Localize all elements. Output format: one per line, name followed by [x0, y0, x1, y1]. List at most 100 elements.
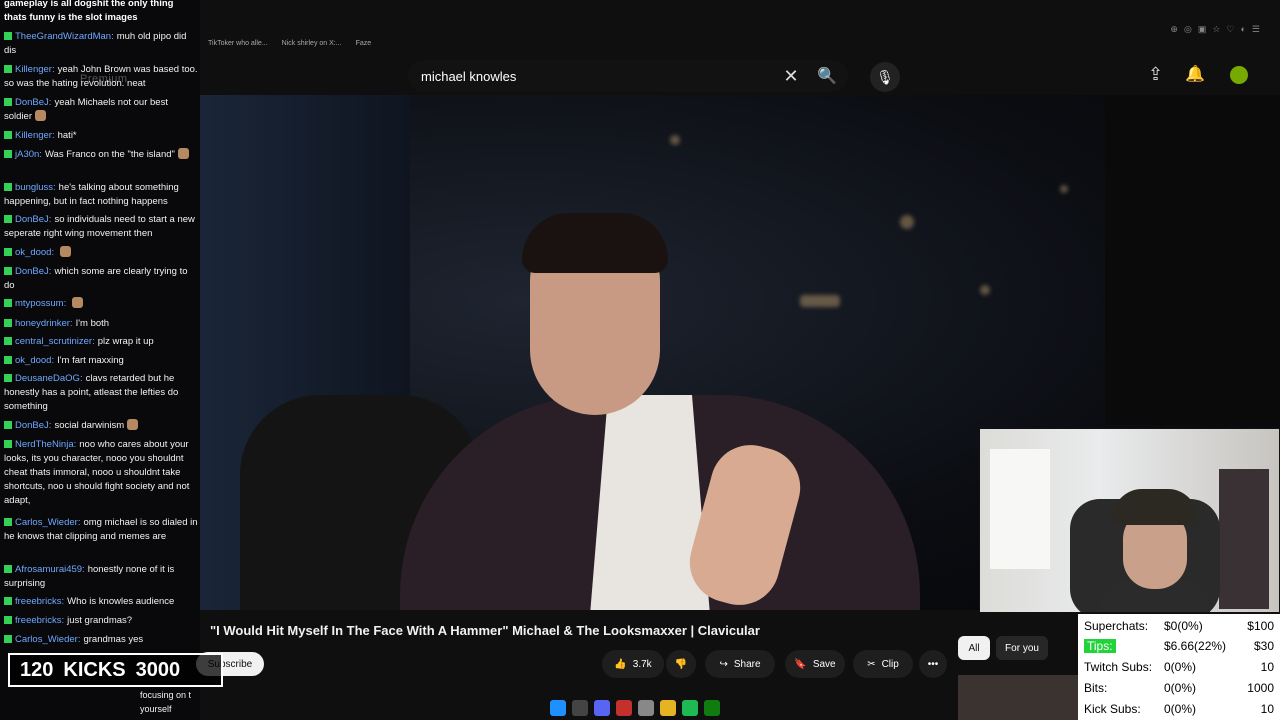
video-title: "I Would Hit Myself In The Face With A H…	[210, 623, 760, 638]
folder-icon[interactable]	[660, 700, 676, 716]
webcam-window	[990, 449, 1050, 569]
chat-message: Carlos_Wieder: omg michael is so dialed i…	[4, 516, 198, 544]
bokeh-light	[800, 295, 840, 307]
chat-username[interactable]: ok_dood:	[15, 247, 54, 258]
search-icon[interactable]: 🔍	[806, 66, 848, 86]
extension-icon[interactable]: ☰	[1252, 24, 1260, 35]
chat-message: Killenger: hati*	[4, 129, 198, 143]
chat-username[interactable]: TheeGrandWizardMan:	[15, 31, 114, 42]
save-button[interactable]: 🔖 Save	[785, 650, 845, 678]
chat-badge-icon	[4, 597, 12, 605]
chat-text: hati*	[57, 130, 77, 141]
bokeh-light	[670, 135, 680, 145]
chat-username[interactable]: DonBeJ:	[15, 97, 51, 108]
stat-label: Twitch Subs:	[1084, 660, 1153, 674]
chat-username[interactable]: Killenger:	[15, 130, 55, 141]
chat-badge-icon	[4, 267, 12, 275]
chat-username[interactable]: DonBeJ:	[15, 420, 51, 431]
chat-badge-icon	[4, 565, 12, 573]
chat-badge-icon	[4, 635, 12, 643]
spotify-icon[interactable]	[682, 700, 698, 716]
search-input[interactable]: michael knowles	[421, 69, 776, 84]
chat-username[interactable]: freeebricks:	[15, 596, 64, 607]
emote-icon	[35, 110, 46, 121]
chat-username[interactable]: Carlos_Wieder:	[15, 517, 80, 528]
chat-username[interactable]: NerdTheNinja:	[15, 439, 76, 450]
chat-username[interactable]: freeebricks:	[15, 615, 64, 626]
webcam-feed	[979, 428, 1280, 613]
chat-badge-icon	[4, 65, 12, 73]
clip-button[interactable]: ✂ Clip	[853, 650, 913, 678]
chip-for-you[interactable]: For you	[996, 636, 1048, 660]
chat-username[interactable]: DonBeJ:	[15, 214, 51, 225]
share-label: Share	[733, 658, 761, 670]
stat-row-superchats: Superchats: $0(0%) $100	[1084, 619, 1274, 637]
bookmark-item[interactable]: Nick shirley on X:...	[282, 40, 342, 47]
chat-username[interactable]: DonBeJ:	[15, 266, 51, 277]
share-button[interactable]: ↪ Share	[705, 650, 775, 678]
bookmark-item[interactable]: Faze	[356, 40, 372, 47]
chat-badge-icon	[4, 440, 12, 448]
bell-icon[interactable]: 🔔	[1185, 64, 1205, 84]
thumbs-up-icon: 👍	[614, 658, 627, 670]
chat-text: Who is knowles audience	[67, 596, 175, 607]
bookmark-bar: TikToker who alle... Nick shirley on X:.…	[208, 40, 371, 47]
chat-username[interactable]: Afrosamurai459:	[15, 564, 85, 575]
extension-icons: ⊕ ◎ ▣ ☆ ♡ ◐ ☰	[1170, 24, 1260, 35]
extension-icon[interactable]: ◐	[1240, 24, 1245, 35]
stat-goal: 1000	[1247, 681, 1274, 695]
chat-username[interactable]: Carlos_Wieder:	[15, 634, 80, 645]
emote-icon	[127, 419, 139, 430]
discord-icon[interactable]	[594, 700, 610, 716]
share-icon: ↪	[719, 658, 728, 670]
chat-badge-icon	[4, 215, 12, 223]
xbox-icon[interactable]	[704, 700, 720, 716]
chrome-icon[interactable]	[638, 700, 654, 716]
more-actions-button[interactable]: •••	[919, 650, 947, 678]
windows-start-icon[interactable]	[550, 700, 566, 716]
stat-value: 0(0%)	[1164, 660, 1197, 674]
bookmark-item[interactable]: TikToker who alle...	[208, 40, 268, 47]
upload-icon[interactable]: ⇪	[1148, 64, 1163, 85]
stat-row-bits: Bits: 0(0%) 1000	[1084, 681, 1274, 699]
search-box: michael knowles ✕ 🔍	[408, 60, 848, 92]
search-icon[interactable]	[572, 700, 588, 716]
chat-badge-icon	[4, 319, 12, 327]
chat-text: grandmas yes	[83, 634, 144, 645]
stat-row-twitch-subs: Twitch Subs: 0(0%) 10	[1084, 660, 1274, 678]
kicks-counter: 120 KICKS 3000	[8, 653, 223, 687]
emote-icon	[177, 148, 189, 159]
extension-icon[interactable]: ◎	[1184, 24, 1192, 35]
close-icon[interactable]: ✕	[776, 66, 806, 87]
chat-username[interactable]: central_scrutinizer:	[15, 336, 95, 347]
chat-username[interactable]: ok_dood:	[15, 355, 54, 366]
app-icon[interactable]	[616, 700, 632, 716]
chat-username[interactable]: honeydrinker:	[15, 318, 73, 329]
recommended-thumbnail[interactable]	[958, 675, 1078, 720]
stat-value: $6.66(22%)	[1164, 639, 1227, 653]
chat-message: freeebricks: just grandmas?	[4, 614, 198, 628]
stat-label: Kick Subs:	[1084, 702, 1141, 716]
chat-badge-icon	[4, 518, 12, 526]
chat-badge-icon	[4, 131, 12, 139]
microphone-icon[interactable]: 🎙	[870, 62, 900, 92]
chat-username[interactable]: mtypossum:	[15, 298, 66, 309]
chat-username[interactable]: Killenger:	[15, 64, 55, 75]
extension-icon[interactable]: ☆	[1212, 24, 1220, 35]
extension-icon[interactable]: ▣	[1198, 24, 1207, 35]
chat-message: Afrosamurai459: honestly none of it is su…	[4, 563, 198, 591]
dislike-button[interactable]: 👎	[666, 650, 696, 678]
chat-message: ok_dood: I'm fart maxxing	[4, 354, 198, 368]
extension-icon[interactable]: ♡	[1226, 24, 1234, 35]
chat-username[interactable]: jA30n:	[15, 149, 42, 160]
chat-badge-icon	[4, 183, 12, 191]
chat-username[interactable]: bungluss:	[15, 182, 56, 193]
emote-icon	[72, 297, 84, 308]
extension-icon[interactable]: ⊕	[1170, 24, 1178, 35]
avatar[interactable]	[1230, 66, 1248, 84]
like-button[interactable]: 👍 3.7k	[602, 650, 664, 678]
chip-all[interactable]: All	[958, 636, 990, 660]
chat-username[interactable]: DeusaneDaOG:	[15, 373, 83, 384]
stat-value: $0(0%)	[1164, 619, 1203, 633]
thumbs-down-icon: 👎	[674, 658, 688, 670]
